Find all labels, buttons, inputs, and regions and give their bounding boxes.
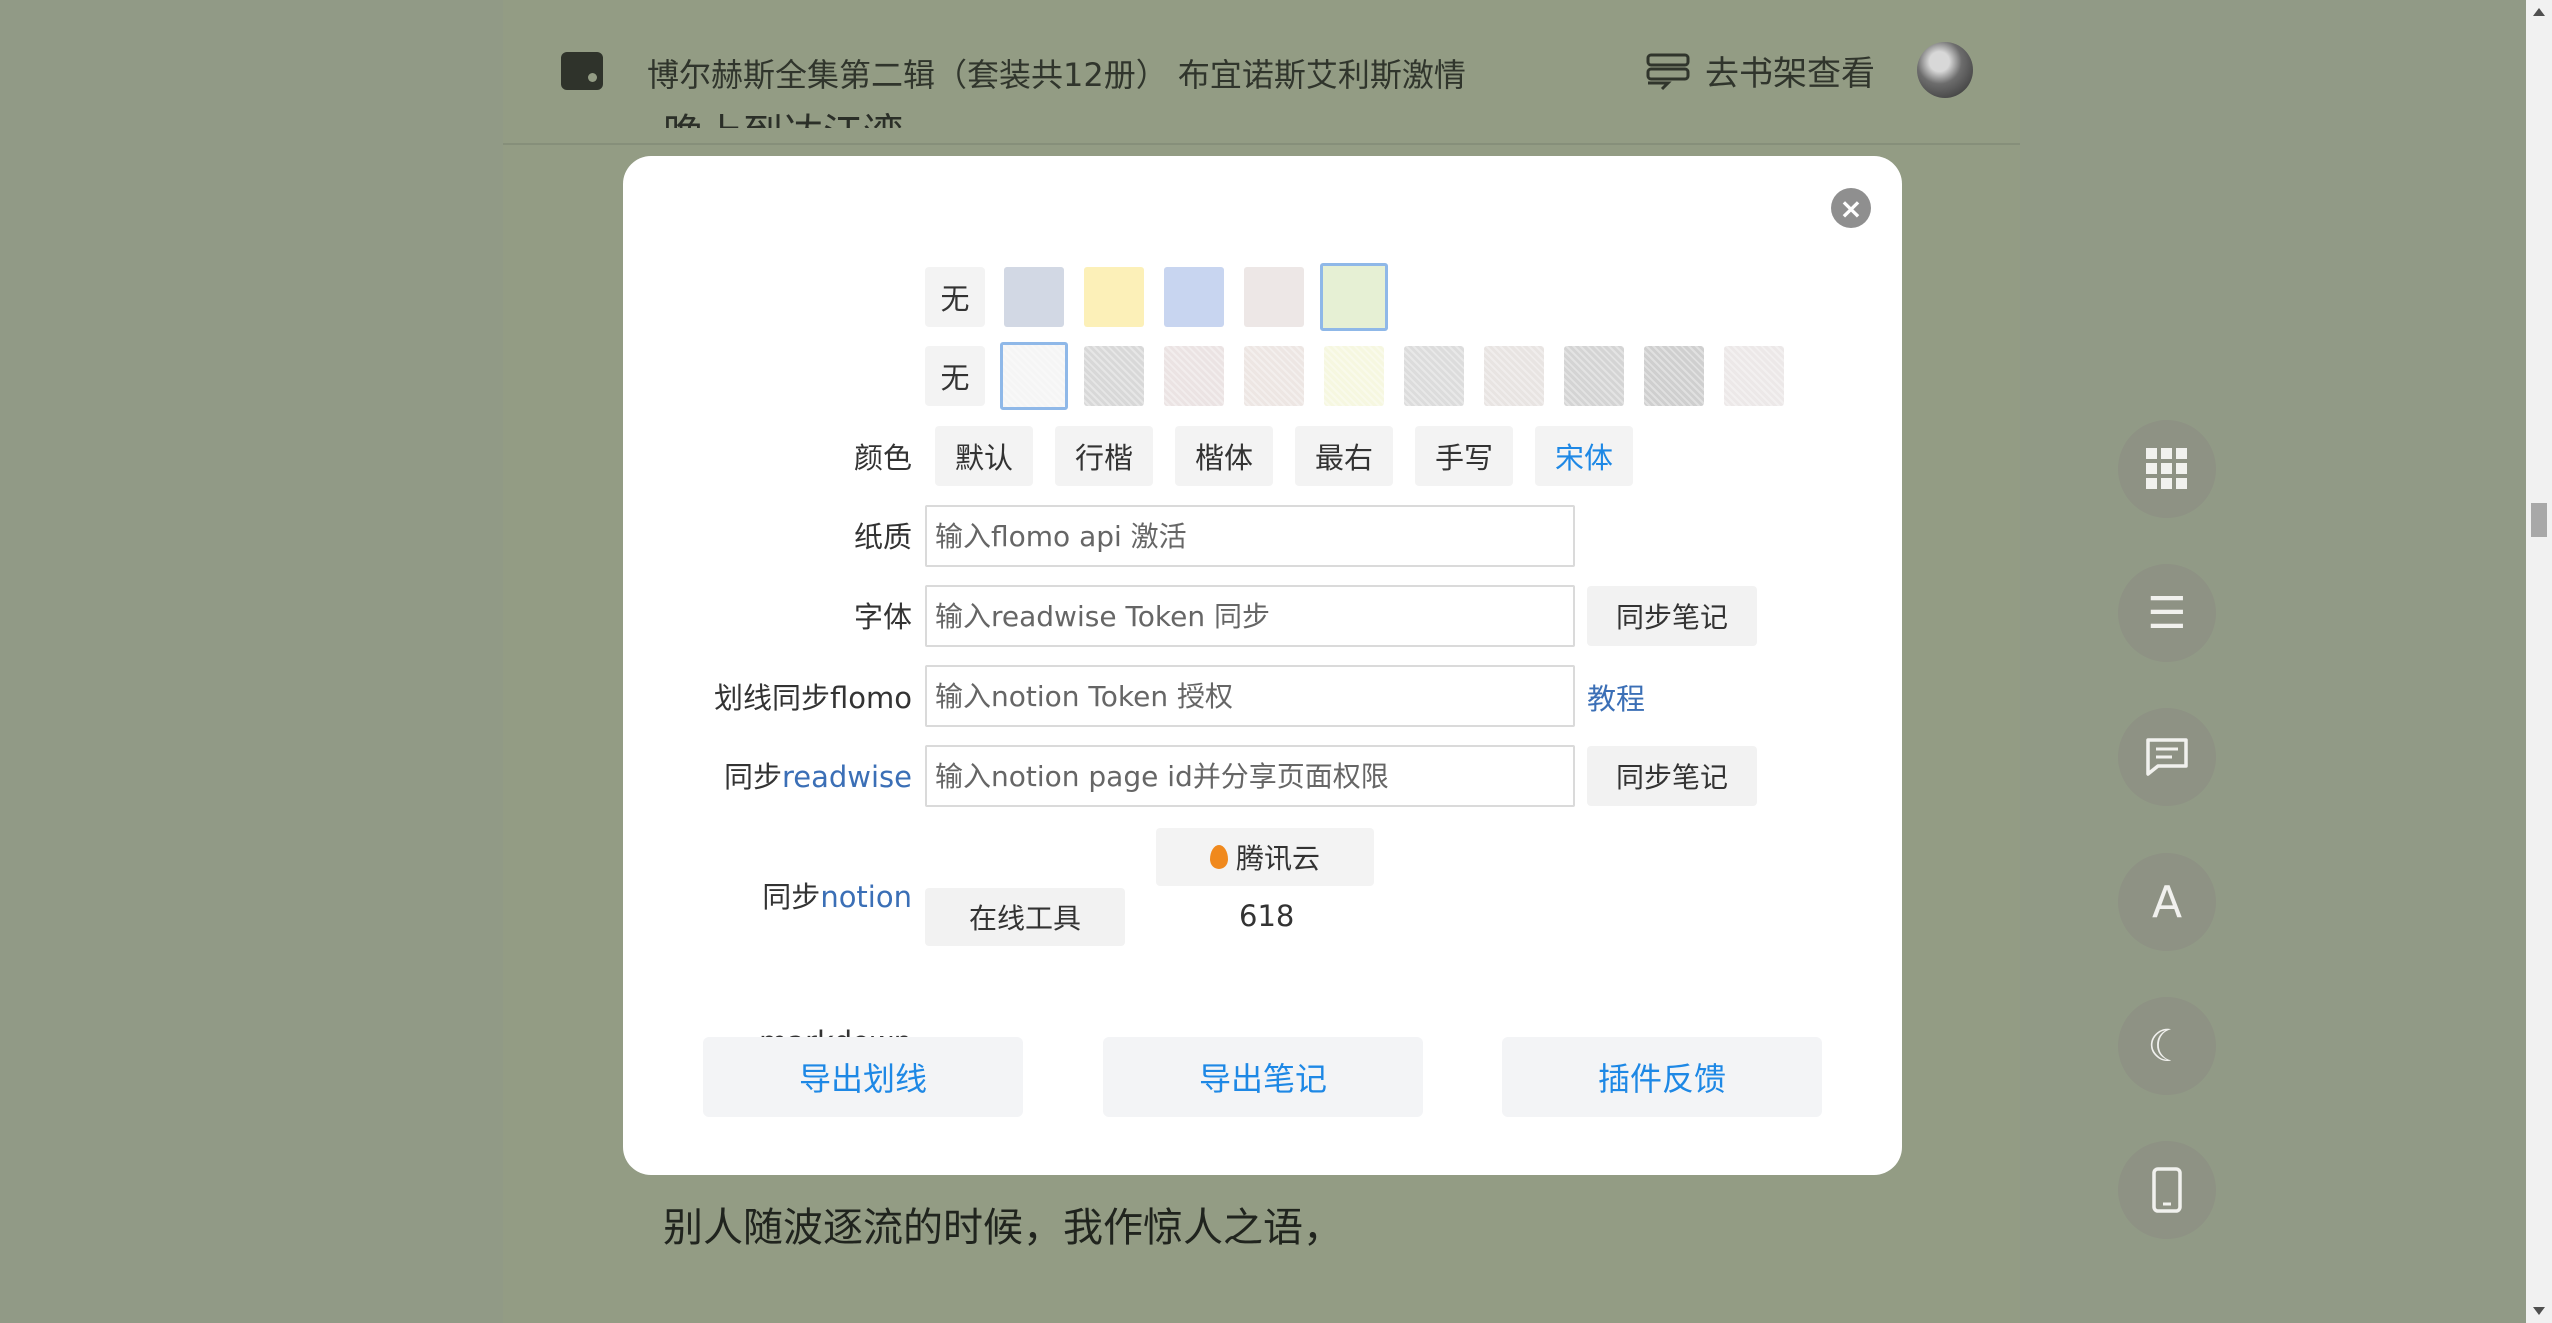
paper-texture-swatch[interactable] bbox=[1484, 346, 1544, 406]
font-option-songti[interactable]: 宋体 bbox=[1535, 426, 1633, 486]
moon-icon: ☾ bbox=[2147, 1020, 2187, 1072]
font-option-handwriting[interactable]: 手写 bbox=[1415, 426, 1513, 486]
close-icon[interactable]: × bbox=[1831, 188, 1871, 228]
notion-label: 同步notion bbox=[762, 874, 912, 916]
readwise-label: 同步readwise bbox=[724, 754, 912, 796]
plugin-feedback-button[interactable]: 插件反馈 bbox=[1502, 1037, 1822, 1117]
color-swatch[interactable] bbox=[1320, 263, 1388, 331]
font-option-default[interactable]: 默认 bbox=[935, 426, 1033, 486]
paper-texture-swatch[interactable] bbox=[1084, 346, 1144, 406]
paper-label: 纸质 bbox=[853, 520, 912, 554]
readwise-label-prefix: 同步 bbox=[723, 760, 782, 794]
tencent-cloud-button[interactable]: 腾讯云 bbox=[1156, 828, 1374, 886]
go-to-shelf-link[interactable]: 去书架查看 bbox=[1645, 46, 1875, 95]
paper-texture-swatch[interactable] bbox=[1244, 346, 1304, 406]
color-swatch[interactable] bbox=[1164, 267, 1224, 327]
font-option-xingkai[interactable]: 行楷 bbox=[1055, 426, 1153, 486]
vertical-scrollbar[interactable] bbox=[2526, 0, 2552, 1323]
readwise-link[interactable]: readwise bbox=[782, 760, 912, 794]
notion-label-prefix: 同步 bbox=[762, 880, 821, 914]
export-highlights-button[interactable]: 导出划线 bbox=[703, 1037, 1023, 1117]
reader-text-line: 别人随波逐流的时候，我作惊人之语， bbox=[663, 1205, 1343, 1251]
readwise-token-input[interactable] bbox=[925, 585, 1575, 647]
paper-texture-swatch[interactable] bbox=[1644, 346, 1704, 406]
paper-texture-swatch[interactable] bbox=[1164, 346, 1224, 406]
book-icon[interactable] bbox=[561, 52, 603, 90]
paper-texture-swatch[interactable] bbox=[1404, 346, 1464, 406]
color-swatch[interactable] bbox=[1004, 267, 1064, 327]
catalog-grid-button[interactable] bbox=[2118, 420, 2216, 518]
book-title: 博尔赫斯全集第二辑（套装共12册） 布宜诺斯艾利斯激情 bbox=[647, 56, 1466, 94]
export-notes-button[interactable]: 导出笔记 bbox=[1103, 1037, 1423, 1117]
go-to-shelf-label: 去书架查看 bbox=[1705, 54, 1875, 94]
flomo-label: 划线同步flomo bbox=[713, 681, 912, 715]
promo-number: 618 bbox=[1239, 899, 1295, 933]
font-option-zuiyou[interactable]: 最右 bbox=[1295, 426, 1393, 486]
online-tool-button[interactable]: 在线工具 bbox=[925, 888, 1125, 946]
paper-texture-swatch[interactable] bbox=[1724, 346, 1784, 406]
color-swatch[interactable] bbox=[1244, 267, 1304, 327]
notion-link[interactable]: notion bbox=[820, 880, 912, 914]
bookshelf-icon bbox=[1646, 53, 1690, 90]
paper-texture-swatch[interactable] bbox=[1000, 342, 1068, 410]
notes-button[interactable] bbox=[2118, 708, 2216, 806]
phone-icon bbox=[2152, 1167, 2182, 1213]
settings-modal: × 颜色 无 纸质 无 字体 默认 行楷 楷体 最右 手写 宋体 划线同步flo… bbox=[623, 156, 1902, 1175]
tencent-cloud-label: 腾讯云 bbox=[1235, 842, 1320, 875]
comment-icon bbox=[2146, 738, 2188, 776]
avatar[interactable] bbox=[1917, 42, 1973, 98]
reader-text-peek: 晚上到达江湾 bbox=[663, 104, 903, 128]
toc-menu-button[interactable]: ☰ bbox=[2118, 564, 2216, 662]
notion-tutorial-link[interactable]: 教程 bbox=[1587, 676, 1645, 718]
dark-mode-button[interactable]: ☾ bbox=[2118, 997, 2216, 1095]
paper-texture-swatch[interactable] bbox=[1564, 346, 1624, 406]
font-settings-button[interactable]: A bbox=[2118, 853, 2216, 951]
flame-icon bbox=[1209, 845, 1228, 869]
notion-sync-button[interactable]: 同步笔记 bbox=[1587, 746, 1757, 806]
font-label: 字体 bbox=[853, 600, 912, 634]
phone-read-button[interactable] bbox=[2118, 1141, 2216, 1239]
paper-none-option[interactable]: 无 bbox=[925, 346, 985, 406]
flomo-api-input[interactable] bbox=[925, 505, 1575, 567]
readwise-sync-button[interactable]: 同步笔记 bbox=[1587, 586, 1757, 646]
grid-icon bbox=[2146, 448, 2187, 489]
color-none-option[interactable]: 无 bbox=[925, 267, 985, 327]
color-label: 颜色 bbox=[853, 441, 912, 475]
font-icon: A bbox=[2151, 876, 2183, 928]
notion-token-input[interactable] bbox=[925, 665, 1575, 727]
menu-icon: ☰ bbox=[2147, 587, 2187, 639]
scroll-thumb[interactable] bbox=[2531, 503, 2547, 537]
font-option-kaiti[interactable]: 楷体 bbox=[1175, 426, 1273, 486]
scroll-down-arrow-icon[interactable] bbox=[2533, 1307, 2545, 1315]
notion-page-id-input[interactable] bbox=[925, 745, 1575, 807]
color-swatch[interactable] bbox=[1084, 267, 1144, 327]
scroll-up-arrow-icon[interactable] bbox=[2533, 8, 2545, 16]
paper-texture-swatch[interactable] bbox=[1324, 346, 1384, 406]
